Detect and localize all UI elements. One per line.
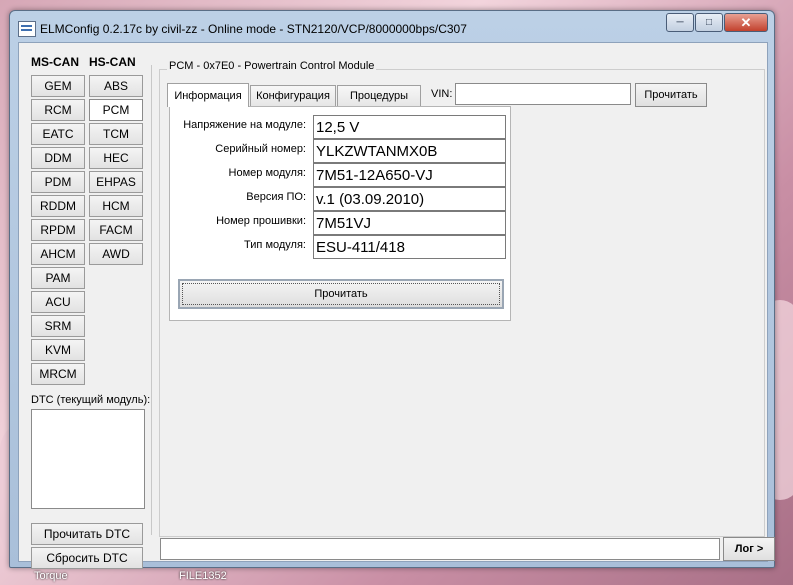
hs-can-module-pcm[interactable]: PCM [89,99,143,121]
title-bar[interactable]: ELMConfig 0.2.17c by civil-zz - Online m… [10,11,774,41]
module-number-value: 7M51-12A650-VJ [313,163,506,187]
hs-can-module-facm[interactable]: FACM [89,219,143,241]
hs-can-module-abs[interactable]: ABS [89,75,143,97]
hs-can-module-hcm[interactable]: HCM [89,195,143,217]
read-dtc-button[interactable]: Прочитать DTC [31,523,143,545]
maximize-icon[interactable]: □ [695,13,723,32]
ms-can-module-acu[interactable]: ACU [31,291,85,313]
read-info-button[interactable]: Прочитать [178,279,504,309]
dtc-list[interactable] [31,409,145,509]
vin-input[interactable] [455,83,631,105]
voltage-label: Напряжение на модуле: [183,119,306,131]
hs-can-header: HS-CAN [89,55,136,69]
ms-can-module-eatc[interactable]: EATC [31,123,85,145]
serial-number-label: Серийный номер: [215,143,306,155]
info-panel: Напряжение на модуле: 12,5 V Серийный но… [169,106,511,321]
ms-can-module-ahcm[interactable]: AHCM [31,243,85,265]
taskbar-item-torque[interactable]: Torque [34,570,68,582]
vin-read-button[interactable]: Прочитать [635,83,707,107]
ms-can-module-rpdm[interactable]: RPDM [31,219,85,241]
clear-dtc-button[interactable]: Сбросить DTC [31,547,143,569]
module-group-title: PCM - 0x7E0 - Powertrain Control Module [167,60,377,72]
app-window: ELMConfig 0.2.17c by civil-zz - Online m… [9,10,775,569]
software-version-label: Версия ПО: [246,191,306,203]
hs-can-module-tcm[interactable]: TCM [89,123,143,145]
module-type-label: Тип модуля: [244,239,306,251]
firmware-number-label: Номер прошивки: [216,215,306,227]
ms-can-module-mrcm[interactable]: MRCM [31,363,85,385]
tab-info[interactable]: Информация [167,83,249,107]
serial-number-value: YLKZWTANMX0B [313,139,506,163]
tab-configuration[interactable]: Конфигурация [250,85,336,106]
app-window-icon [18,21,36,37]
ms-can-module-gem[interactable]: GEM [31,75,85,97]
module-number-label: Номер модуля: [228,167,306,179]
hs-can-module-hec[interactable]: HEC [89,147,143,169]
tab-procedures[interactable]: Процедуры [337,85,421,106]
status-field[interactable] [160,538,720,560]
ms-can-module-ddm[interactable]: DDM [31,147,85,169]
window-title: ELMConfig 0.2.17c by civil-zz - Online m… [40,22,467,36]
ms-can-module-pam[interactable]: PAM [31,267,85,289]
software-version-value: v.1 (03.09.2010) [313,187,506,211]
ms-can-module-rcm[interactable]: RCM [31,99,85,121]
ms-can-module-srm[interactable]: SRM [31,315,85,337]
ms-can-module-kvm[interactable]: KVM [31,339,85,361]
voltage-value: 12,5 V [313,115,506,139]
taskbar-item-file[interactable]: FILE1352 [179,570,227,582]
ms-can-module-rddm[interactable]: RDDM [31,195,85,217]
column-divider [151,65,152,535]
log-button[interactable]: Лог > [723,537,775,561]
vin-label: VIN: [431,88,453,100]
module-type-value: ESU-411/418 [313,235,506,259]
hs-can-module-ehpas[interactable]: EHPAS [89,171,143,193]
ms-can-header: MS-CAN [31,55,79,69]
ms-can-module-pdm[interactable]: PDM [31,171,85,193]
client-area: MS-CAN HS-CAN GEM RCM EATC DDM PDM RDDM … [18,42,775,569]
dtc-label: DTC (текущий модуль): [31,394,151,406]
hs-can-module-awd[interactable]: AWD [89,243,143,265]
close-icon[interactable]: ✕ [724,13,768,32]
minimize-icon[interactable]: ─ [666,13,694,32]
firmware-number-value: 7M51VJ [313,211,506,235]
